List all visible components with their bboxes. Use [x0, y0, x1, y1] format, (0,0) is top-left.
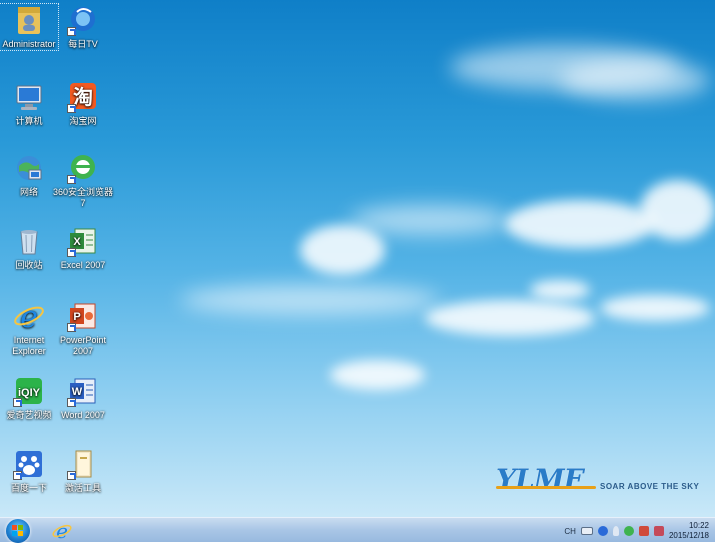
powerpoint-icon: P [67, 300, 99, 332]
iqiyi-icon: iQIY [13, 375, 45, 407]
computer-icon [13, 81, 45, 113]
desktop-icon-tv[interactable]: 每日TV [52, 4, 114, 50]
clock[interactable]: 10:22 2015/12/18 [669, 521, 709, 541]
desktop-icon-word[interactable]: W Word 2007 [52, 375, 114, 421]
cloud [505, 200, 655, 248]
icon-label: Excel 2007 [60, 260, 106, 270]
cloud [350, 205, 510, 235]
icon-label: 计算机 [15, 116, 43, 126]
clock-time: 10:22 [688, 521, 709, 530]
excel-icon: X [67, 225, 99, 257]
start-button[interactable] [6, 519, 30, 543]
desktop-icon-administrator[interactable]: Administrator [0, 3, 59, 51]
cloud [180, 285, 440, 315]
svg-text:e: e [20, 300, 38, 332]
icon-label: PowerPoint 2007 [59, 335, 107, 356]
clock-date: 2015/12/18 [668, 531, 709, 540]
internet-explorer-icon: e [52, 519, 72, 543]
360-browser-icon [67, 152, 99, 184]
taskbar: e CH 10:22 2015/12/18 [0, 517, 715, 543]
network-icon [13, 152, 45, 184]
activation-tool-icon [67, 448, 99, 480]
svg-text:淘: 淘 [73, 85, 93, 109]
desktop-icon-360-browser[interactable]: 360安全浏览器7 [52, 152, 114, 209]
input-method-indicator[interactable]: CH [564, 527, 576, 536]
cloud [425, 300, 595, 336]
keyboard-icon[interactable] [580, 527, 593, 535]
taobao-icon: 淘 [67, 81, 99, 113]
icon-label: 百度一下 [10, 483, 47, 493]
logo-text: YLMF [496, 463, 584, 496]
icon-label: Word 2007 [61, 410, 105, 420]
desktop-icon-powerpoint[interactable]: P PowerPoint 2007 [52, 300, 114, 357]
cloud [640, 180, 715, 240]
recycle-bin-icon [13, 225, 45, 257]
cloud [330, 360, 425, 390]
user-folder-icon [13, 4, 45, 36]
desktop-icon-excel[interactable]: X Excel 2007 [52, 225, 114, 271]
icon-label: Administrator [2, 39, 56, 49]
baidu-icon [13, 448, 45, 480]
cloud [530, 280, 590, 300]
desktop-background: Administrator 计算机 网络 回收站 e Internet Expl… [0, 0, 715, 517]
svg-text:W: W [72, 386, 83, 398]
desktop-icon-taobao[interactable]: 淘 淘宝网 [52, 81, 114, 127]
taskbar-internet-explorer-button[interactable]: e [52, 519, 72, 543]
desktop-icon-network[interactable]: 网络 [0, 152, 60, 198]
desktop-icon-iqiyi[interactable]: iQIY 爱奇艺视频 [0, 375, 60, 421]
word-icon: W [67, 375, 99, 407]
volume-icon[interactable] [653, 526, 664, 536]
svg-text:P: P [73, 311, 80, 323]
svg-text:X: X [73, 236, 81, 248]
windows-logo-icon [12, 525, 24, 537]
system-tray: CH 10:22 2015/12/18 [564, 520, 709, 542]
desktop-icon-activation-tool[interactable]: 激活工具 [52, 448, 114, 494]
logo-swoosh [496, 486, 596, 489]
help-icon[interactable] [597, 526, 608, 536]
icon-label: 网络 [19, 187, 38, 197]
icon-label: 激活工具 [64, 483, 101, 493]
security-shield-icon[interactable] [623, 526, 634, 536]
internet-explorer-icon: e [13, 300, 45, 335]
icon-label: 回收站 [15, 260, 43, 270]
icon-label: 360安全浏览器7 [52, 187, 114, 208]
icon-label: 爱奇艺视频 [6, 410, 52, 420]
desktop-icon-internet-explorer[interactable]: e Internet Explorer [0, 300, 60, 357]
cloud [600, 295, 710, 321]
tv-app-icon [67, 4, 99, 36]
network-tray-icon[interactable] [638, 526, 649, 536]
icon-label: 每日TV [68, 39, 98, 49]
desktop-icon-baidu[interactable]: 百度一下 [0, 448, 60, 494]
cloud [300, 225, 385, 275]
desktop-icon-recycle-bin[interactable]: 回收站 [0, 225, 60, 271]
logo-tagline: SOAR ABOVE THE SKY [600, 482, 700, 491]
ylmf-logo: YLMF SOAR ABOVE THE SKY [496, 463, 699, 499]
svg-text:e: e [56, 521, 68, 541]
icon-label: 淘宝网 [69, 116, 97, 126]
icon-label: Internet Explorer [12, 335, 46, 356]
flag-icon[interactable] [612, 526, 619, 536]
cloud [560, 60, 710, 100]
desktop-icon-computer[interactable]: 计算机 [0, 81, 60, 127]
